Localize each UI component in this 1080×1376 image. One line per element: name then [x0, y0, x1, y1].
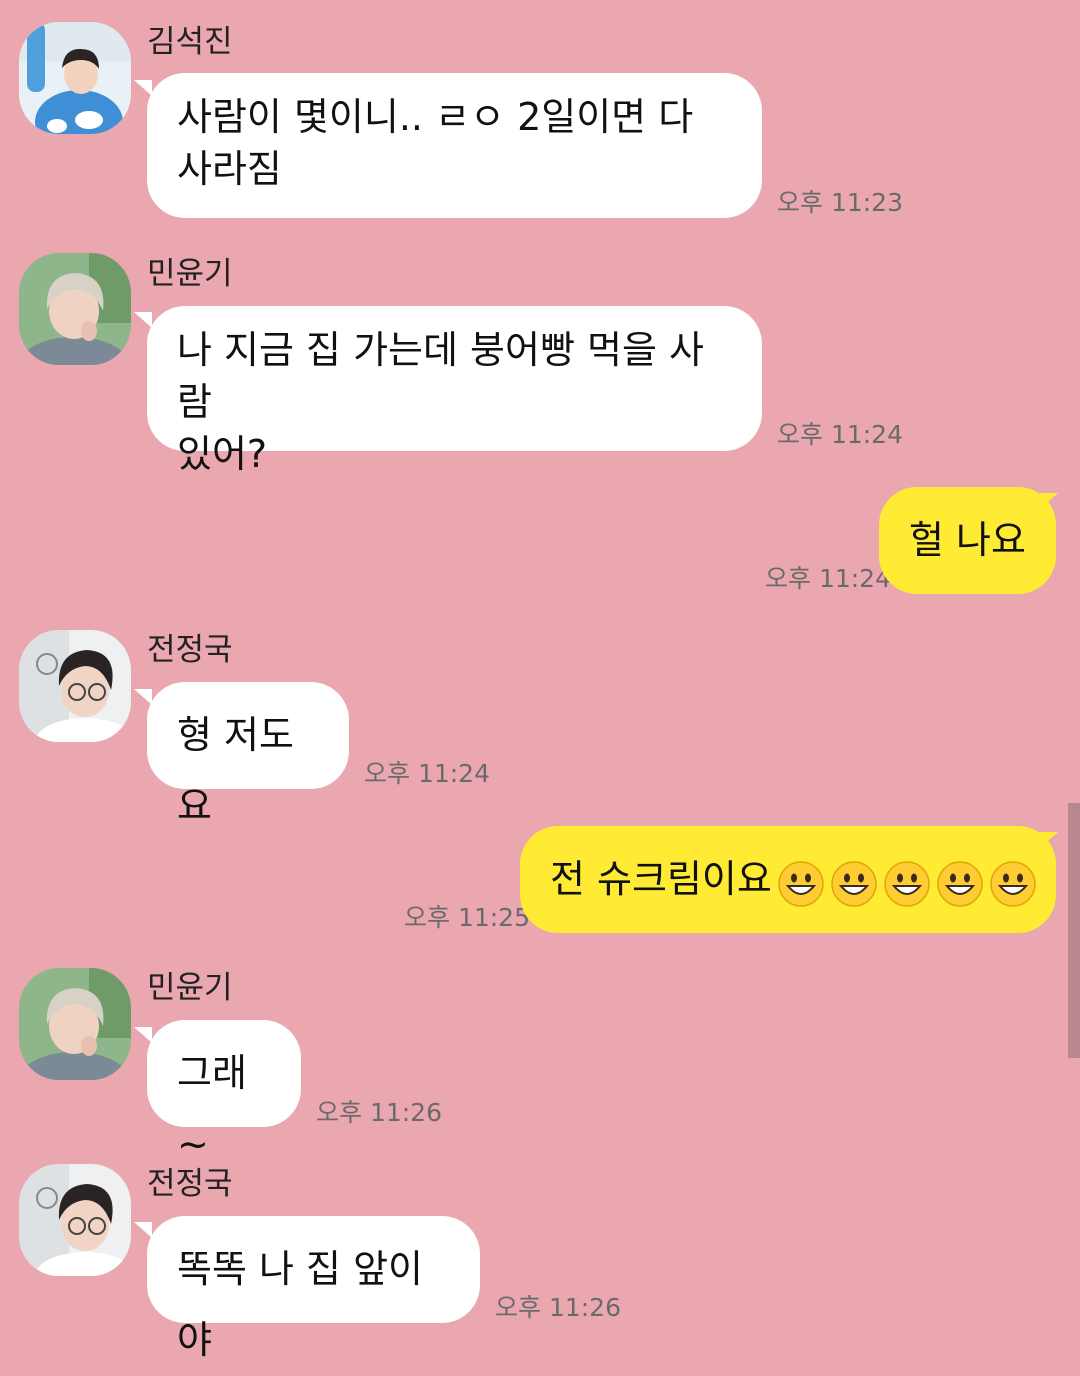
jungkook-profile-photo-icon	[19, 1164, 131, 1276]
scrollbar[interactable]	[1068, 803, 1080, 1058]
bubble-tail	[134, 1222, 152, 1238]
chat-message-list[interactable]: 김석진 사람이 몇이니.. ㄹㅇ 2일이면 다 사라짐 오후 11:23 민윤기…	[0, 0, 1080, 1362]
message-incoming: 전정국 똑똑 나 집 앞이야 오후 11:26	[0, 0, 1080, 1362]
avatar[interactable]	[19, 1164, 131, 1276]
message-timestamp: 오후 11:26	[495, 1293, 621, 1322]
message-bubble[interactable]: 똑똑 나 집 앞이야	[147, 1216, 480, 1362]
sender-name: 전정국	[147, 1166, 233, 1202]
